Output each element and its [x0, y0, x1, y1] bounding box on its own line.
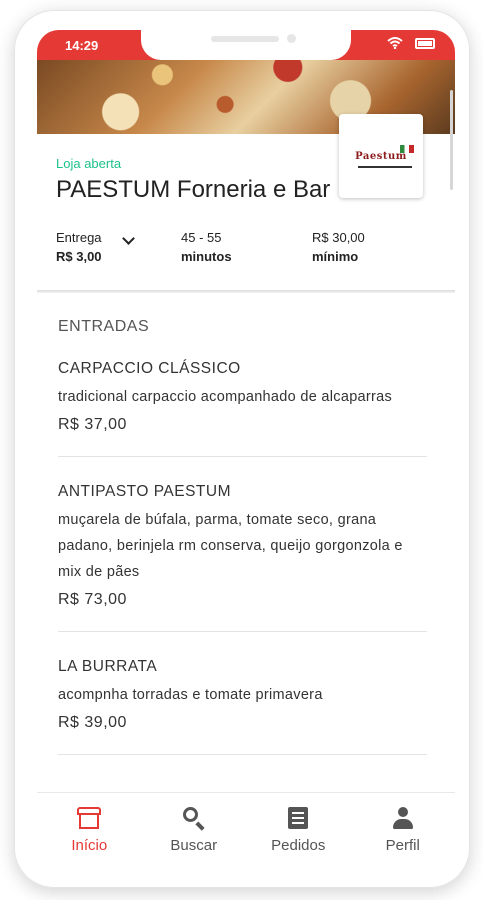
menu-item[interactable]: CARPACCIO CLÁSSICO tradicional carpaccio… — [58, 360, 427, 457]
menu-item-description: tradicional carpaccio acompanhado de alc… — [58, 389, 393, 405]
scrollbar[interactable] — [450, 90, 453, 190]
nav-item-buscar[interactable]: Buscar — [142, 793, 247, 868]
menu-item-name: ANTIPASTO PAESTUM — [58, 483, 231, 500]
bottom-navigation: Início Buscar Pedidos Perfil — [37, 792, 455, 868]
menu-item-name: CARPACCIO CLÁSSICO — [58, 360, 241, 377]
delivery-fee: R$ 3,00 — [56, 249, 102, 264]
store-icon — [76, 805, 102, 831]
minimum-order-label: mínimo — [312, 249, 359, 264]
menu-item-description: muçarela de búfala, parma, tomate seco, … — [58, 512, 403, 580]
store-logo-mark: Paestum — [346, 144, 416, 168]
menu-list: ENTRADAS CARPACCIO CLÁSSICO tradicional … — [58, 318, 427, 781]
front-camera — [287, 34, 296, 43]
menu-item[interactable]: ANTIPASTO PAESTUM muçarela de búfala, pa… — [58, 483, 427, 632]
status-time: 14:29 — [65, 38, 99, 53]
search-icon — [181, 805, 207, 831]
nav-item-perfil[interactable]: Perfil — [351, 793, 456, 868]
menu-item-price: R$ 37,00 — [58, 416, 127, 433]
nav-label-buscar: Buscar — [170, 837, 218, 854]
header-divider — [37, 290, 455, 293]
nav-label-inicio: Início — [71, 837, 108, 854]
delivery-info[interactable]: Entrega R$ 3,00 — [56, 228, 135, 266]
menu-item-description: acompnha torradas e tomate primavera — [58, 687, 323, 703]
delivery-time-info: 45 - 55 minutos — [181, 228, 232, 266]
logo-underline — [358, 166, 412, 168]
nav-item-inicio[interactable]: Início — [37, 793, 142, 868]
italian-flag-icon — [400, 145, 414, 153]
menu-item-price: R$ 39,00 — [58, 714, 127, 731]
wifi-icon — [387, 37, 403, 49]
device-notch — [141, 30, 351, 60]
store-info-row: Entrega R$ 3,00 45 - 55 minutos R$ 30,00… — [56, 228, 436, 268]
minimum-order-info: R$ 30,00 mínimo — [312, 228, 365, 266]
status-icons — [387, 37, 435, 49]
store-open-status: Loja aberta — [56, 156, 122, 171]
menu-item-price: R$ 73,00 — [58, 591, 127, 608]
chevron-down-icon[interactable] — [122, 232, 135, 245]
section-title: ENTRADAS — [58, 318, 150, 335]
menu-item[interactable]: LA BURRATA acompnha torradas e tomate pr… — [58, 658, 427, 755]
profile-icon — [390, 805, 416, 831]
app-screen: 14:29 Paestum Loja aberta PAESTUM Forner… — [37, 30, 455, 868]
orders-icon — [285, 805, 311, 831]
menu-item-name: LA BURRATA — [58, 658, 158, 675]
store-logo: Paestum — [339, 114, 423, 198]
battery-icon — [415, 37, 435, 49]
delivery-time-unit: minutos — [181, 249, 232, 264]
delivery-label: Entrega — [56, 230, 102, 245]
minimum-order-value: R$ 30,00 — [312, 230, 365, 245]
nav-item-pedidos[interactable]: Pedidos — [246, 793, 351, 868]
nav-label-pedidos: Pedidos — [271, 837, 326, 854]
delivery-time-range: 45 - 55 — [181, 230, 222, 245]
nav-label-perfil: Perfil — [385, 837, 420, 854]
speaker-grille — [211, 36, 279, 42]
